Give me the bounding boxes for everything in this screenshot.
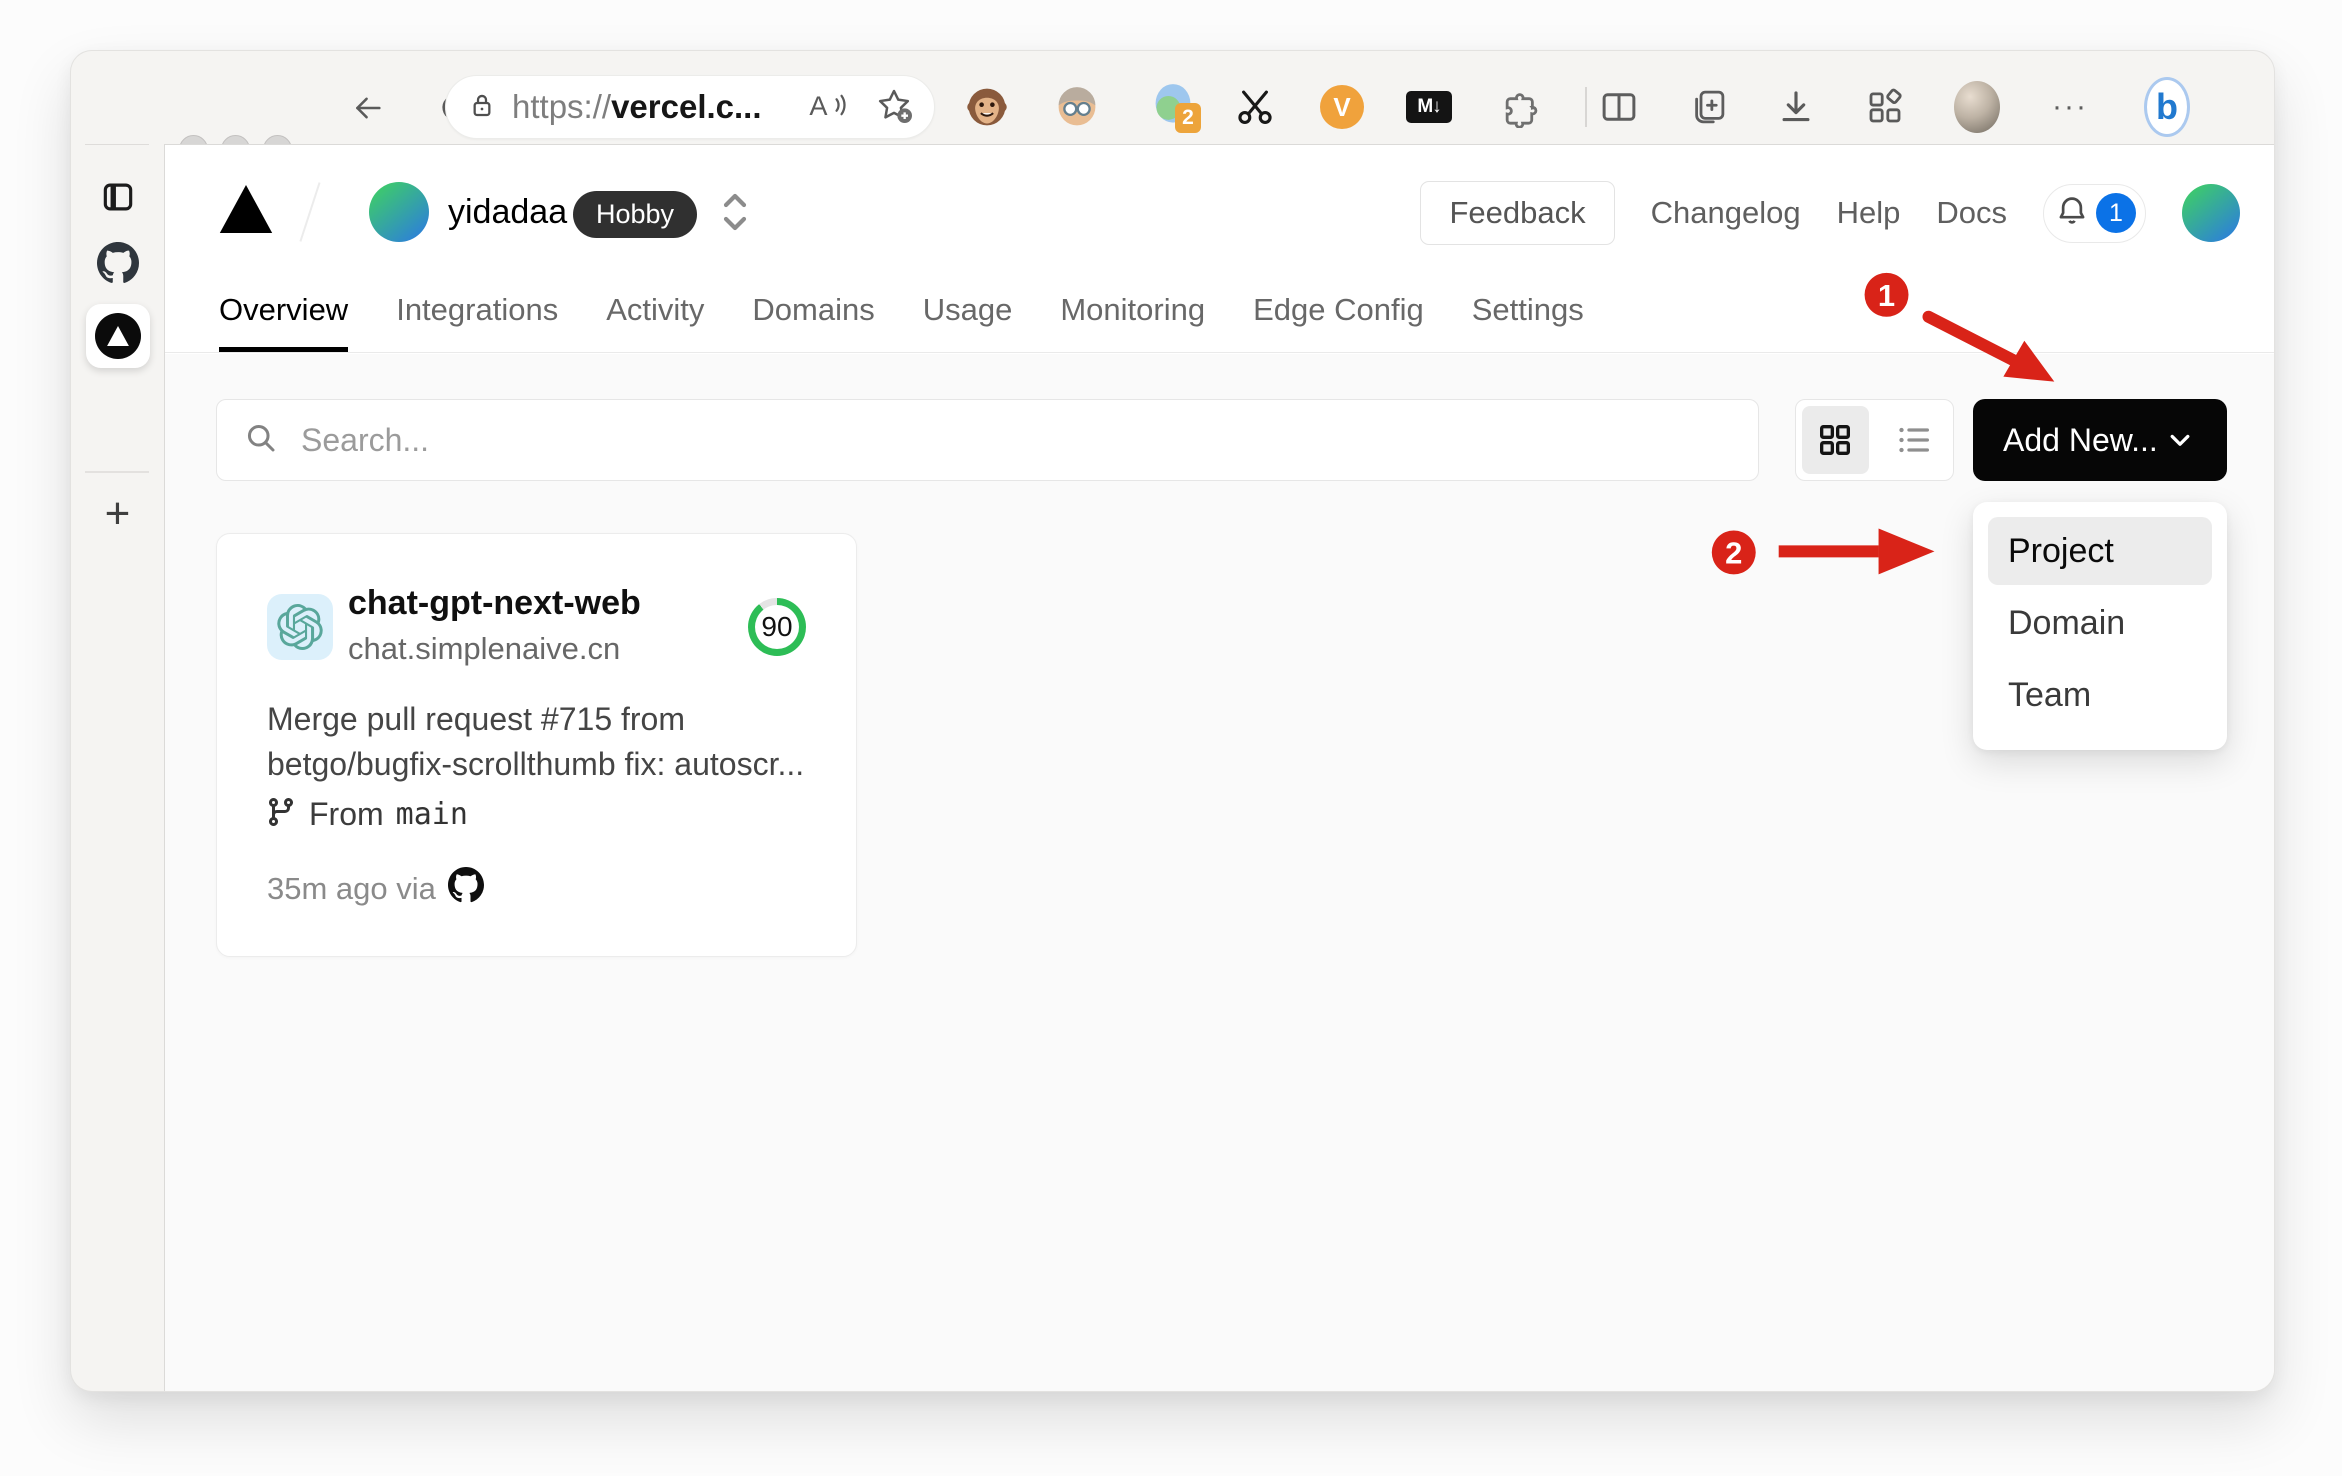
add-new-dropdown: Project Domain Team xyxy=(1973,502,2227,750)
more-menu-dots: ··· xyxy=(2052,90,2088,123)
tampermonkey-extension-icon[interactable] xyxy=(964,84,1010,130)
notification-count-badge: 1 xyxy=(2096,193,2136,233)
deploy-time: 35m ago via xyxy=(267,871,436,906)
breadcrumb-slash xyxy=(299,182,321,242)
browser-toolbar: https://vercel.c... A 2 V M↓ ··· b xyxy=(71,51,2274,164)
svg-text:A: A xyxy=(809,90,828,121)
more-menu-icon[interactable]: ··· xyxy=(2047,84,2093,130)
team-switcher-icon[interactable] xyxy=(715,184,755,245)
help-link[interactable]: Help xyxy=(1837,195,1901,231)
tab-settings[interactable]: Settings xyxy=(1472,292,1584,352)
add-new-button[interactable]: Add New... xyxy=(1973,399,2227,481)
v-extension-icon[interactable]: V xyxy=(1319,84,1365,130)
browser-window: https://vercel.c... A 2 V M↓ ··· b + yid… xyxy=(70,50,2275,1392)
browser-sidebar: + xyxy=(71,144,164,1391)
commit-message: Merge pull request #715 from betgo/bugfi… xyxy=(267,701,805,783)
notifications-button[interactable]: 1 xyxy=(2043,183,2146,243)
lighthouse-score-ring: 90 xyxy=(748,598,806,656)
bing-chat-icon[interactable]: b xyxy=(2144,77,2190,137)
extensions-puzzle-icon[interactable] xyxy=(1497,84,1543,130)
dashboard-tabs: Overview Integrations Activity Domains U… xyxy=(219,292,1584,352)
favorite-star-icon[interactable] xyxy=(874,85,914,130)
lock-icon xyxy=(466,88,498,127)
list-view-button[interactable] xyxy=(1881,406,1948,474)
toolbar-divider xyxy=(1585,87,1587,127)
markdown-extension-icon[interactable]: M↓ xyxy=(1406,84,1452,130)
downloads-icon[interactable] xyxy=(1773,84,1819,130)
browser-profile-avatar[interactable] xyxy=(1954,81,2000,133)
dashboard-header: yidadaa Hobby Feedback Changelog Help Do… xyxy=(165,145,2274,353)
github-sidebar-icon[interactable] xyxy=(96,242,139,284)
new-item-plus-icon[interactable]: + xyxy=(105,492,131,536)
deploy-time-row: 35m ago via xyxy=(267,867,484,911)
lighthouse-score: 90 xyxy=(755,605,799,649)
plan-badge: Hobby xyxy=(573,191,698,238)
back-icon[interactable] xyxy=(349,91,387,125)
tab-edge-config[interactable]: Edge Config xyxy=(1253,292,1424,352)
add-new-label: Add New... xyxy=(2003,421,2158,458)
user-avatar[interactable] xyxy=(2182,184,2240,242)
bing-logo: b xyxy=(2144,77,2190,137)
markdown-extension-label: M↓ xyxy=(1406,91,1452,123)
chevron-down-icon xyxy=(2170,434,2190,446)
branch-from-label: From xyxy=(309,796,384,832)
tab-monitoring[interactable]: Monitoring xyxy=(1060,292,1205,352)
tab-overview[interactable]: Overview xyxy=(219,292,349,352)
dropdown-item-project[interactable]: Project xyxy=(1988,517,2212,585)
changelog-link[interactable]: Changelog xyxy=(1651,195,1801,231)
url-scheme: https:// xyxy=(512,88,612,125)
vercel-logo-icon[interactable] xyxy=(219,185,273,238)
team-avatar[interactable] xyxy=(369,182,429,242)
scissors-extension-icon[interactable] xyxy=(1232,84,1278,130)
docs-link[interactable]: Docs xyxy=(1936,195,2007,231)
cookie-extension-icon[interactable]: 2 xyxy=(1150,84,1201,133)
tab-domains[interactable]: Domains xyxy=(752,292,874,352)
git-branch-icon xyxy=(265,796,297,833)
team-name[interactable]: yidadaa xyxy=(448,193,567,232)
apps-launcher-icon[interactable] xyxy=(1862,84,1908,130)
tab-activity[interactable]: Activity xyxy=(606,292,704,352)
search-input[interactable] xyxy=(301,421,1732,459)
grid-view-button[interactable] xyxy=(1802,406,1869,474)
split-screen-icon[interactable] xyxy=(1596,84,1642,130)
bell-icon xyxy=(2053,192,2091,235)
tab-usage[interactable]: Usage xyxy=(923,292,1013,352)
view-mode-toggle xyxy=(1795,399,1954,481)
collections-icon[interactable] xyxy=(1685,84,1731,130)
github-icon xyxy=(447,867,484,911)
project-card[interactable]: chat-gpt-next-web chat.simplenaive.cn 90… xyxy=(216,533,857,957)
openai-project-icon xyxy=(267,594,333,660)
project-search[interactable] xyxy=(216,399,1759,481)
vercel-dashboard: yidadaa Hobby Feedback Changelog Help Do… xyxy=(164,144,2274,1391)
branch-row: From main xyxy=(265,796,468,833)
search-icon xyxy=(243,420,279,461)
avatar-extension-icon[interactable] xyxy=(1054,84,1100,130)
url-domain: vercel.c... xyxy=(611,88,762,125)
v-extension-label: V xyxy=(1320,85,1364,129)
dropdown-item-team[interactable]: Team xyxy=(1988,661,2212,729)
vercel-site-icon xyxy=(94,313,141,359)
read-aloud-icon[interactable]: A xyxy=(808,87,848,128)
dropdown-item-domain[interactable]: Domain xyxy=(1988,589,2212,657)
extension-badge: 2 xyxy=(1175,103,1201,133)
project-name: chat-gpt-next-web xyxy=(348,584,641,622)
tab-integrations[interactable]: Integrations xyxy=(396,292,558,352)
branch-name: main xyxy=(395,797,468,832)
vercel-pinned-site[interactable] xyxy=(85,304,150,368)
feedback-button[interactable]: Feedback xyxy=(1420,181,1615,245)
sidebar-divider xyxy=(85,471,149,473)
project-domain[interactable]: chat.simplenaive.cn xyxy=(348,631,620,667)
sidebar-toggle-icon[interactable] xyxy=(98,178,138,216)
address-bar[interactable]: https://vercel.c... A xyxy=(445,75,935,139)
url-text: https://vercel.c... xyxy=(512,88,762,126)
